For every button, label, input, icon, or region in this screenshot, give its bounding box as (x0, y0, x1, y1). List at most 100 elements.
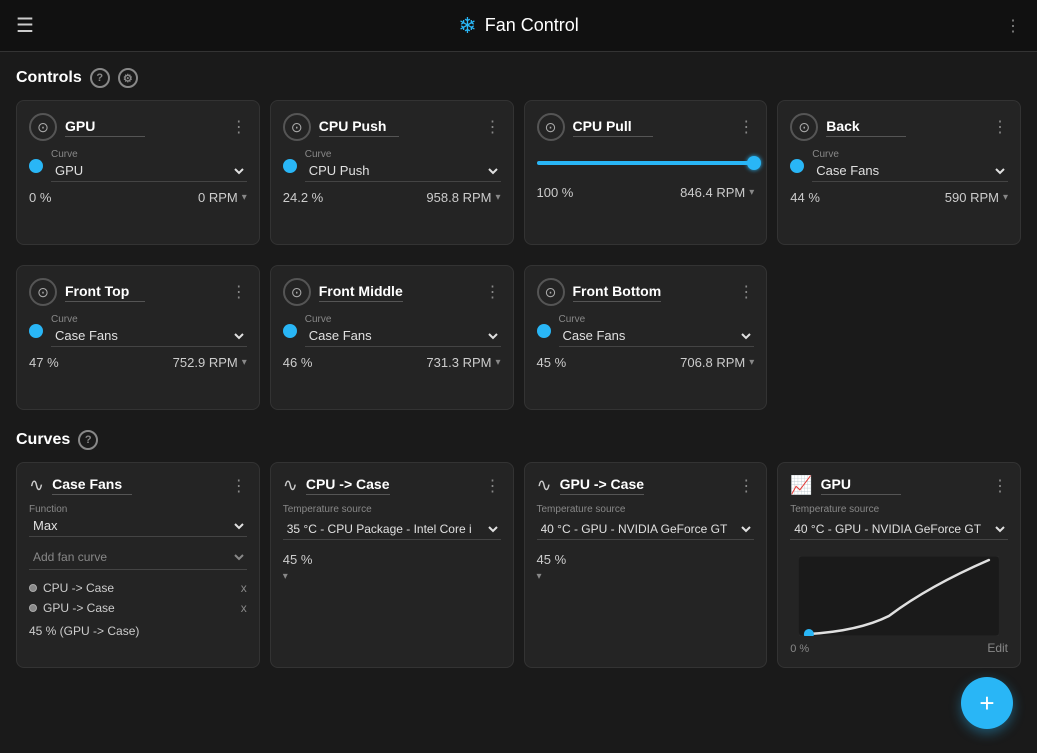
controls-settings-icon[interactable]: ⚙ (118, 68, 138, 88)
fan-card-front-top: ⊙ Front Top ⋮ Curve Case Fans 47 % 752.9… (16, 265, 260, 410)
front-bottom-rpm-chevron[interactable]: ▾ (749, 357, 754, 368)
gpu-chart-area: 0 % Edit (790, 556, 1008, 655)
front-bottom-curve-dot (537, 324, 551, 338)
fan-card-cpu-push-icon: ⊙ (283, 113, 311, 141)
fan-cards-row-1: ⊙ GPU ⋮ Curve GPU 0 % 0 RPM ▾ (16, 100, 1021, 245)
fan-card-back-icon: ⊙ (790, 113, 818, 141)
fan-card-front-middle-icon: ⊙ (283, 278, 311, 306)
back-percent: 44 % (790, 190, 820, 205)
fan-card-front-bottom: ⊙ Front Bottom ⋮ Curve Case Fans 45 % 70… (524, 265, 768, 410)
case-fans-add-fan-select[interactable]: Add fan curve (29, 545, 247, 569)
gpu-case-temp-label: Temperature source (537, 504, 755, 515)
cpu-case-temp-select[interactable]: 35 °C - CPU Package - Intel Core i (283, 519, 501, 540)
cpu-case-percent: 45 % (283, 552, 501, 567)
curve-card-gpu: 📈 GPU ⋮ Temperature source 40 °C - GPU -… (777, 462, 1021, 668)
front-bottom-percent: 45 % (537, 355, 567, 370)
gpu-chart-zero-label: 0 % (790, 643, 809, 655)
gpu-case-item-label: GPU -> Case (43, 601, 115, 615)
gpu-chart-edit-button[interactable]: Edit (987, 641, 1008, 655)
case-fans-curve-title: Case Fans (52, 476, 132, 495)
front-middle-curve-dot (283, 324, 297, 338)
gpu-case-curve-icon: ∿ (537, 475, 552, 496)
front-bottom-curve-label: Curve (559, 314, 755, 325)
gpu-chart-temp-select[interactable]: 40 °C - GPU - NVIDIA GeForce GT (790, 519, 1008, 540)
cpu-case-remove-btn[interactable]: x (241, 581, 247, 595)
gpu-curve-card-icon: 📈 (790, 475, 812, 496)
gpu-percent: 0 % (29, 190, 51, 205)
fan-card-gpu-more[interactable]: ⋮ (231, 117, 247, 137)
gpu-case-percent-chevron[interactable]: ▾ (537, 571, 755, 582)
cpu-case-curve-more[interactable]: ⋮ (485, 476, 501, 496)
back-curve-select[interactable]: Case Fans (812, 160, 1008, 182)
gpu-case-remove-btn[interactable]: x (241, 601, 247, 615)
gpu-curve-card-more[interactable]: ⋮ (992, 476, 1008, 496)
front-top-percent: 47 % (29, 355, 59, 370)
fan-card-cpu-pull: ⊙ CPU Pull ⋮ 100 % 846.4 RPM ▾ (524, 100, 768, 245)
fan-card-front-middle-more[interactable]: ⋮ (485, 282, 501, 302)
menu-icon[interactable]: ☰ (16, 13, 34, 38)
front-top-curve-select[interactable]: Case Fans (51, 325, 247, 347)
cpu-pull-slider-thumb[interactable] (747, 156, 761, 170)
curves-section-header: Curves ? (16, 430, 1021, 450)
cpu-push-rpm-chevron[interactable]: ▾ (495, 192, 500, 203)
back-curve-dot (790, 159, 804, 173)
fan-card-front-bottom-more[interactable]: ⋮ (738, 282, 754, 302)
fan-card-cpu-push-more[interactable]: ⋮ (485, 117, 501, 137)
controls-section-header: Controls ? ⚙ (16, 68, 1021, 88)
front-middle-rpm-chevron[interactable]: ▾ (495, 357, 500, 368)
add-fab-button[interactable]: + (961, 677, 1013, 729)
front-bottom-curve-select[interactable]: Case Fans (559, 325, 755, 347)
fan-card-empty (777, 265, 1021, 410)
add-fab-icon: + (979, 688, 994, 719)
gpu-rpm: 0 RPM (198, 190, 238, 205)
case-fans-curve-icon: ∿ (29, 475, 44, 496)
front-middle-rpm: 731.3 RPM (426, 355, 491, 370)
front-middle-curve-select[interactable]: Case Fans (305, 325, 501, 347)
cpu-pull-rpm: 846.4 RPM (680, 185, 745, 200)
fan-card-cpu-pull-icon: ⊙ (537, 113, 565, 141)
cpu-case-temp-label: Temperature source (283, 504, 501, 515)
gpu-rpm-chevron[interactable]: ▾ (242, 192, 247, 203)
curves-cards-grid: ∿ Case Fans ⋮ Function Max Add fan curve… (16, 462, 1021, 668)
fan-card-cpu-push-title: CPU Push (319, 118, 399, 137)
header-more-icon[interactable]: ⋮ (1005, 16, 1021, 36)
gpu-case-curve-more[interactable]: ⋮ (738, 476, 754, 496)
fan-cards-row-2: ⊙ Front Top ⋮ Curve Case Fans 47 % 752.9… (16, 265, 1021, 410)
curve-card-cpu-case: ∿ CPU -> Case ⋮ Temperature source 35 °C… (270, 462, 514, 668)
fan-card-front-top-icon: ⊙ (29, 278, 57, 306)
cpu-case-percent-chevron[interactable]: ▾ (283, 571, 501, 582)
back-rpm-chevron[interactable]: ▾ (1003, 192, 1008, 203)
gpu-chart-svg (790, 556, 1008, 636)
cpu-push-curve-dot (283, 159, 297, 173)
curve-card-gpu-case: ∿ GPU -> Case ⋮ Temperature source 40 °C… (524, 462, 768, 668)
case-fans-item-cpu-case: CPU -> Case x (29, 578, 247, 598)
fan-card-cpu-pull-title: CPU Pull (573, 118, 653, 137)
case-fans-item-gpu-case: GPU -> Case x (29, 598, 247, 618)
gpu-curve-card-title: GPU (821, 476, 901, 495)
case-fans-curve-more[interactable]: ⋮ (231, 476, 247, 496)
app-title-bar: ❄ Fan Control (458, 13, 578, 39)
cpu-pull-rpm-chevron[interactable]: ▾ (749, 187, 754, 198)
cpu-push-curve-select[interactable]: CPU Push (305, 160, 501, 182)
fan-card-back-more[interactable]: ⋮ (992, 117, 1008, 137)
case-fans-func-label: Function (29, 504, 247, 515)
controls-label: Controls (16, 69, 82, 87)
fan-card-front-top-title: Front Top (65, 283, 145, 302)
fan-card-front-top-more[interactable]: ⋮ (231, 282, 247, 302)
front-top-rpm-chevron[interactable]: ▾ (242, 357, 247, 368)
cpu-push-percent: 24.2 % (283, 190, 323, 205)
curves-help-icon[interactable]: ? (78, 430, 98, 450)
fan-card-front-bottom-title: Front Bottom (573, 283, 662, 302)
cpu-pull-percent: 100 % (537, 185, 574, 200)
front-top-curve-label: Curve (51, 314, 247, 325)
fan-card-cpu-pull-more[interactable]: ⋮ (738, 117, 754, 137)
controls-help-icon[interactable]: ? (90, 68, 110, 88)
curve-card-case-fans: ∿ Case Fans ⋮ Function Max Add fan curve… (16, 462, 260, 668)
fan-card-gpu: ⊙ GPU ⋮ Curve GPU 0 % 0 RPM ▾ (16, 100, 260, 245)
case-fans-func-select[interactable]: Max (29, 515, 247, 537)
cpu-push-curve-label: Curve (305, 149, 501, 160)
gpu-case-temp-select[interactable]: 40 °C - GPU - NVIDIA GeForce GT (537, 519, 755, 540)
main-content: Controls ? ⚙ ⊙ GPU ⋮ Curve GPU (0, 52, 1037, 753)
gpu-curve-select[interactable]: GPU (51, 160, 247, 182)
fan-card-front-bottom-icon: ⊙ (537, 278, 565, 306)
